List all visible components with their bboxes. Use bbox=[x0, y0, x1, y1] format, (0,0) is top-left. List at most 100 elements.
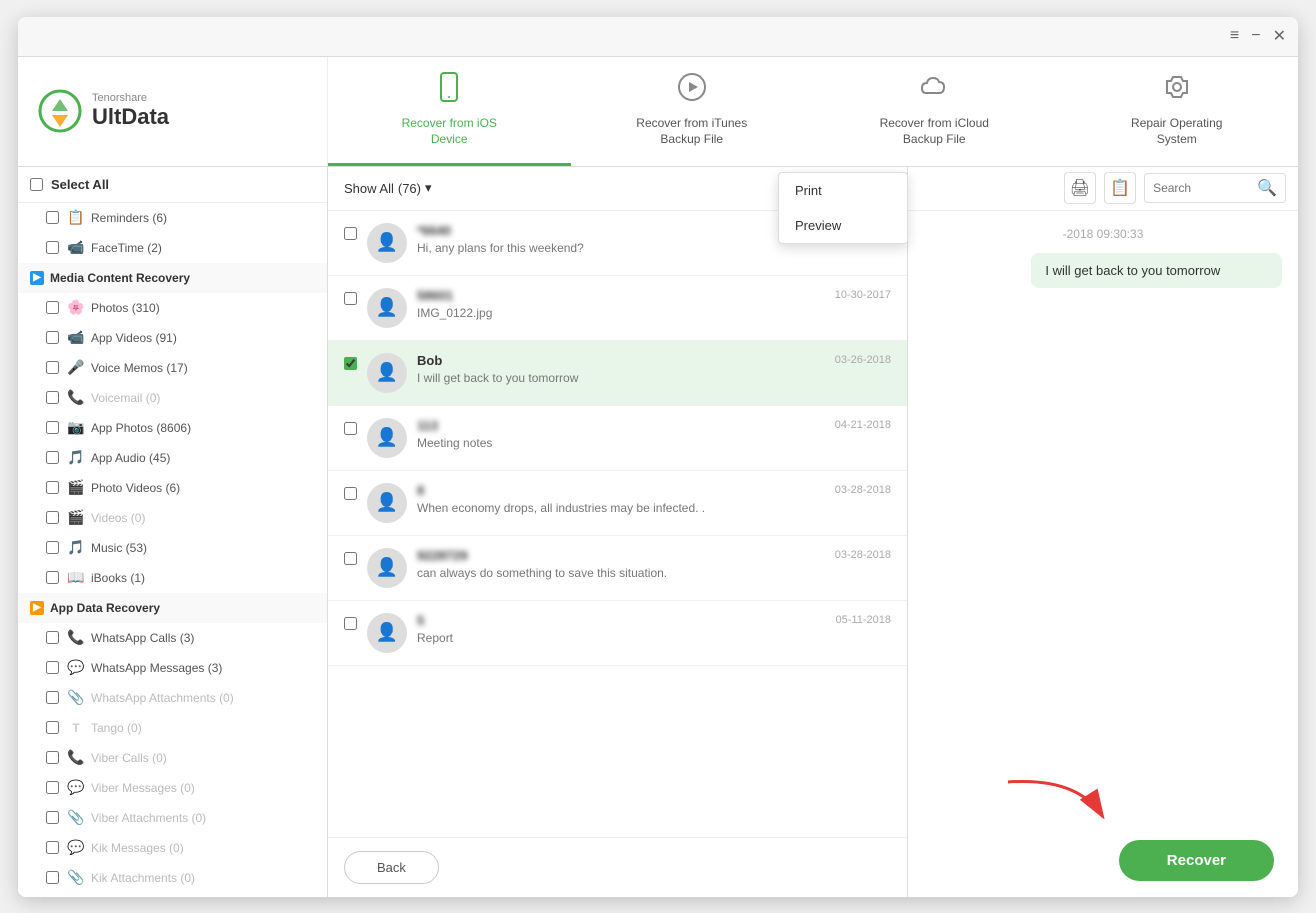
message-7-checkbox[interactable] bbox=[344, 617, 357, 630]
app-videos-icon: 📹 bbox=[67, 329, 85, 347]
message-item[interactable]: 👤 113 04-21-2018 Meeting notes bbox=[328, 406, 907, 471]
message-5-checkbox[interactable] bbox=[344, 487, 357, 500]
sidebar-item-app-photos[interactable]: 📷 App Photos (8606) bbox=[18, 413, 327, 443]
message-sender: 58601 bbox=[417, 288, 453, 303]
message-sender: 113 bbox=[417, 418, 438, 433]
voicemail-icon: 📞 bbox=[67, 389, 85, 407]
message-date: 03-28-2018 bbox=[835, 549, 891, 561]
message-preview: IMG_0122.jpg bbox=[417, 306, 891, 320]
sidebar-item-facetime[interactable]: 📹 FaceTime (2) bbox=[18, 233, 327, 263]
app-data-section-header[interactable]: ▶ App Data Recovery bbox=[18, 593, 327, 623]
print-icon-button[interactable]: 🖨 bbox=[1064, 172, 1096, 204]
sidebar-item-reminders[interactable]: 📋 Reminders (6) bbox=[18, 203, 327, 233]
message-bubble: I will get back to you tomorrow bbox=[1031, 253, 1282, 288]
message-item[interactable]: 👤 9228729 03-28-2018 can always do somet… bbox=[328, 536, 907, 601]
sidebar-item-app-videos[interactable]: 📹 App Videos (91) bbox=[18, 323, 327, 353]
sidebar-item-photos[interactable]: 🌸 Photos (310) bbox=[18, 293, 327, 323]
music-checkbox[interactable] bbox=[46, 541, 59, 554]
itunes-tab-label: Recover from iTunesBackup File bbox=[636, 116, 747, 147]
sidebar-item-whatsapp-attachments[interactable]: 📎 WhatsApp Attachments (0) bbox=[18, 683, 327, 713]
message-6-checkbox[interactable] bbox=[344, 552, 357, 565]
sidebar-item-music[interactable]: 🎵 Music (53) bbox=[18, 533, 327, 563]
select-all-checkbox[interactable] bbox=[30, 178, 43, 191]
message-item[interactable]: 👤 8 03-28-2018 When economy drops, all i… bbox=[328, 471, 907, 536]
tango-checkbox[interactable] bbox=[46, 721, 59, 734]
sidebar-item-voice-memos[interactable]: 🎤 Voice Memos (17) bbox=[18, 353, 327, 383]
back-button[interactable]: Back bbox=[344, 851, 439, 884]
facetime-checkbox[interactable] bbox=[46, 241, 59, 254]
message-item[interactable]: 👤 Bob 03-26-2018 I will get back to you … bbox=[328, 341, 907, 406]
whatsapp-calls-checkbox[interactable] bbox=[46, 631, 59, 644]
message-2-checkbox[interactable] bbox=[344, 292, 357, 305]
whatsapp-messages-checkbox[interactable] bbox=[46, 661, 59, 674]
message-sender: 9228729 bbox=[417, 548, 468, 563]
search-input[interactable] bbox=[1153, 181, 1253, 195]
tab-icloud[interactable]: Recover from iCloudBackup File bbox=[813, 57, 1056, 166]
message-item[interactable]: 👤 5 05-11-2018 Report bbox=[328, 601, 907, 666]
dropdown-item-preview[interactable]: Preview bbox=[779, 208, 907, 243]
right-content: -2018 09:30:33 I will get back to you to… bbox=[908, 211, 1298, 897]
voice-memos-checkbox[interactable] bbox=[46, 361, 59, 374]
videos-checkbox[interactable] bbox=[46, 511, 59, 524]
sidebar-item-whatsapp-calls[interactable]: 📞 WhatsApp Calls (3) bbox=[18, 623, 327, 653]
kik-attachments-icon: 📎 bbox=[67, 869, 85, 887]
sidebar-item-kik-attachments[interactable]: 📎 Kik Attachments (0) bbox=[18, 863, 327, 893]
tab-repair[interactable]: Repair OperatingSystem bbox=[1056, 57, 1299, 166]
menu-button[interactable]: ≡ bbox=[1230, 27, 1239, 45]
whatsapp-attachments-checkbox[interactable] bbox=[46, 691, 59, 704]
ibooks-checkbox[interactable] bbox=[46, 571, 59, 584]
photo-videos-checkbox[interactable] bbox=[46, 481, 59, 494]
sidebar-item-tango[interactable]: T Tango (0) bbox=[18, 713, 327, 743]
select-all-row[interactable]: Select All bbox=[18, 167, 327, 203]
sidebar-item-photo-videos[interactable]: 🎬 Photo Videos (6) bbox=[18, 473, 327, 503]
message-4-checkbox[interactable] bbox=[344, 422, 357, 435]
message-3-checkbox[interactable] bbox=[344, 357, 357, 370]
tenorshare-label: Tenorshare bbox=[92, 92, 169, 104]
title-bar-controls: ≡ − ✕ bbox=[1230, 26, 1286, 46]
dropdown-item-print[interactable]: Print bbox=[779, 173, 907, 208]
tab-ios[interactable]: Recover from iOSDevice bbox=[328, 57, 571, 166]
recover-button[interactable]: Recover bbox=[1119, 840, 1274, 881]
message-body: 8 03-28-2018 When economy drops, all ind… bbox=[417, 483, 891, 515]
search-icon: 🔍 bbox=[1257, 178, 1277, 198]
logo-text: Tenorshare UltData bbox=[92, 92, 169, 130]
music-icon: 🎵 bbox=[67, 539, 85, 557]
sidebar-item-viber-attachments[interactable]: 📎 Viber Attachments (0) bbox=[18, 803, 327, 833]
sidebar-item-viber-calls[interactable]: 📞 Viber Calls (0) bbox=[18, 743, 327, 773]
sidebar-item-viber-messages[interactable]: 💬 Viber Messages (0) bbox=[18, 773, 327, 803]
show-all-button[interactable]: Show All (76) ▾ bbox=[344, 180, 432, 196]
message-item[interactable]: 👤 58601 10-30-2017 IMG_0122.jpg bbox=[328, 276, 907, 341]
message-1-checkbox[interactable] bbox=[344, 227, 357, 240]
close-button[interactable]: ✕ bbox=[1273, 26, 1286, 46]
tango-icon: T bbox=[67, 719, 85, 737]
app-videos-checkbox[interactable] bbox=[46, 331, 59, 344]
tab-itunes[interactable]: Recover from iTunesBackup File bbox=[571, 57, 814, 166]
sidebar-item-voicemail[interactable]: 📞 Voicemail (0) bbox=[18, 383, 327, 413]
sidebar-item-videos[interactable]: 🎬 Videos (0) bbox=[18, 503, 327, 533]
viber-messages-checkbox[interactable] bbox=[46, 781, 59, 794]
title-bar: ≡ − ✕ bbox=[18, 17, 1298, 57]
minimize-button[interactable]: − bbox=[1251, 27, 1260, 45]
nav-tabs: Recover from iOSDevice Recover from iTun… bbox=[328, 57, 1298, 166]
chevron-down-icon: ▾ bbox=[425, 180, 432, 196]
sidebar-item-line[interactable]: 💬 LINE (0) bbox=[18, 893, 327, 897]
sidebar-item-kik-messages[interactable]: 💬 Kik Messages (0) bbox=[18, 833, 327, 863]
avatar: 👤 bbox=[367, 353, 407, 393]
app-photos-checkbox[interactable] bbox=[46, 421, 59, 434]
voicemail-checkbox[interactable] bbox=[46, 391, 59, 404]
reminders-checkbox[interactable] bbox=[46, 211, 59, 224]
sidebar-item-app-audio[interactable]: 🎵 App Audio (45) bbox=[18, 443, 327, 473]
viber-calls-checkbox[interactable] bbox=[46, 751, 59, 764]
sidebar-item-whatsapp-messages[interactable]: 💬 WhatsApp Messages (3) bbox=[18, 653, 327, 683]
photos-checkbox[interactable] bbox=[46, 301, 59, 314]
sidebar-item-ibooks[interactable]: 📖 iBooks (1) bbox=[18, 563, 327, 593]
export-icon-button[interactable]: 📋 bbox=[1104, 172, 1136, 204]
photos-label: Photos (310) bbox=[91, 301, 160, 315]
media-section-header[interactable]: ▶ Media Content Recovery bbox=[18, 263, 327, 293]
kik-attachments-checkbox[interactable] bbox=[46, 871, 59, 884]
app-audio-checkbox[interactable] bbox=[46, 451, 59, 464]
viber-attachments-checkbox[interactable] bbox=[46, 811, 59, 824]
kik-messages-checkbox[interactable] bbox=[46, 841, 59, 854]
facetime-label: FaceTime (2) bbox=[91, 241, 162, 255]
tango-label: Tango (0) bbox=[91, 721, 142, 735]
